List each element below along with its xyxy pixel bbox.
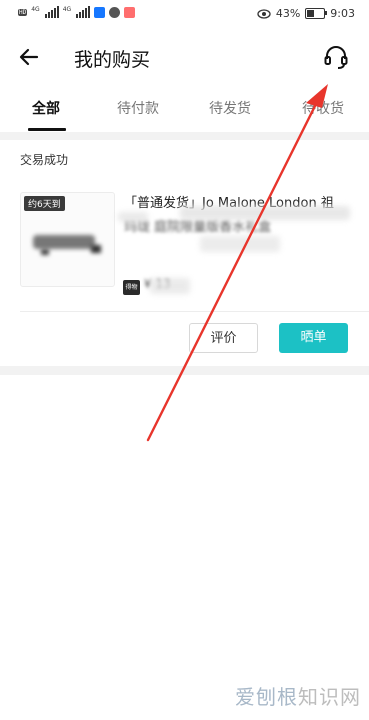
watermark-part-1: 爱刨根 [235, 685, 298, 709]
customer-service-headset-icon[interactable] [323, 44, 349, 70]
page-title: 我的购买 [74, 49, 151, 71]
card-divider [20, 311, 369, 312]
product-image-detail [41, 249, 49, 255]
share-order-button[interactable]: 晒单 [279, 323, 348, 353]
status-left: HD 4G 4G [18, 6, 136, 18]
product-image-shape [33, 235, 95, 249]
eye-icon [257, 8, 271, 19]
app-icon [124, 6, 136, 18]
tab-pending-payment[interactable]: 待付款 [117, 98, 159, 118]
product-image-detail-2 [91, 245, 101, 253]
network-label-2: 4G [62, 6, 72, 13]
blur-mask-price [150, 278, 190, 294]
section-divider [0, 132, 369, 140]
product-thumbnail[interactable]: 约6天到 [20, 192, 115, 287]
order-tabs: 全部 待付款 待发货 待收货 [0, 90, 369, 132]
blur-mask-3 [200, 236, 280, 252]
active-tab-indicator [28, 128, 66, 131]
review-button[interactable]: 评价 [189, 323, 258, 353]
signal-icon [44, 6, 59, 18]
tab-all[interactable]: 全部 [32, 98, 60, 118]
watermark-part-2: 知识网 [298, 685, 361, 709]
back-arrow-icon[interactable] [18, 46, 40, 68]
watermark: 爱刨根 知识网 [235, 681, 361, 710]
order-card[interactable]: 交易成功 约6天到 「普通发货」Jo Malone London 祖 玛珑 庭院… [0, 140, 369, 366]
blur-mask-2 [118, 212, 148, 222]
status-right: 43% 9:03 [257, 7, 355, 20]
order-status: 交易成功 [20, 153, 69, 167]
blur-mask [180, 206, 350, 220]
signal-icon-2 [76, 6, 91, 18]
tab-pending-shipment[interactable]: 待发货 [209, 98, 251, 118]
platform-badge: 得物 [123, 280, 140, 295]
status-bar: HD 4G 4G 43% 9:03 [0, 0, 369, 30]
clock: 9:03 [330, 7, 355, 20]
app-header: 我的购买 [0, 30, 369, 86]
network-label-1: 4G [31, 6, 40, 13]
hd-icon: HD [18, 8, 28, 16]
battery-icon [305, 8, 328, 19]
battery-percent: 43% [275, 7, 301, 20]
message-bubble-icon [109, 6, 121, 18]
section-divider-bottom [0, 366, 369, 375]
tab-pending-receipt[interactable]: 待收货 [302, 98, 344, 118]
alipay-icon [94, 6, 106, 18]
shipping-time-tag: 约6天到 [24, 196, 65, 211]
